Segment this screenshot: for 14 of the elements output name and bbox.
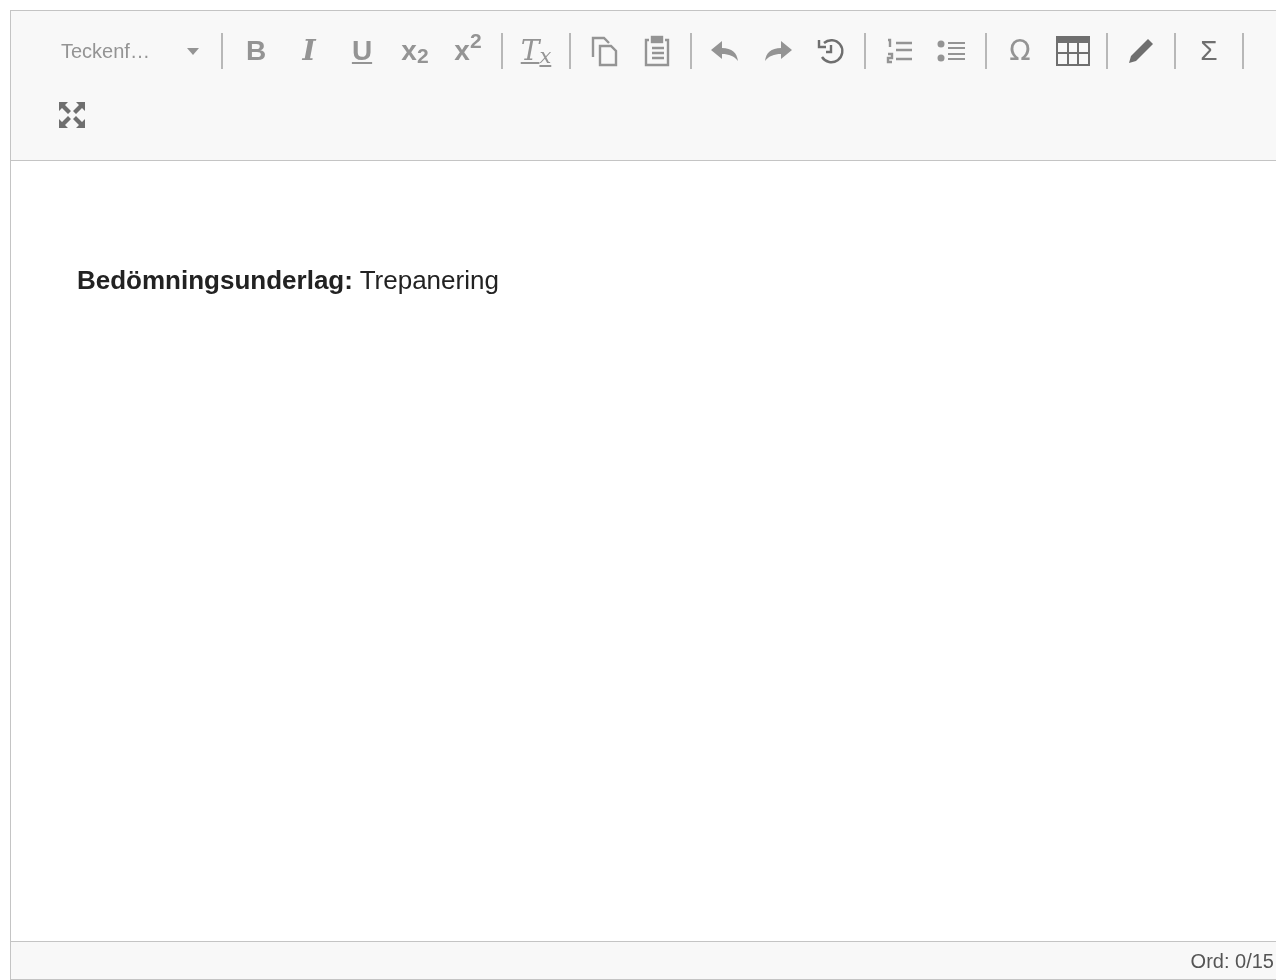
sum-button[interactable]: Σ bbox=[1186, 29, 1232, 73]
copy-icon bbox=[590, 35, 618, 67]
table-icon bbox=[1056, 36, 1090, 66]
redo-icon bbox=[763, 39, 793, 63]
paste-icon bbox=[643, 35, 671, 67]
word-count: Ord: 0/15 bbox=[1190, 948, 1274, 974]
pencil-icon bbox=[1127, 37, 1155, 65]
undo-icon bbox=[710, 39, 740, 63]
numbered-list-icon bbox=[885, 38, 913, 64]
caret-icon bbox=[187, 47, 199, 55]
paragraph: Bedömningsunderlag: Trepanering bbox=[77, 264, 500, 297]
bullet-list-icon bbox=[937, 39, 967, 63]
history-icon bbox=[817, 37, 845, 65]
fullscreen-icon bbox=[58, 101, 86, 129]
